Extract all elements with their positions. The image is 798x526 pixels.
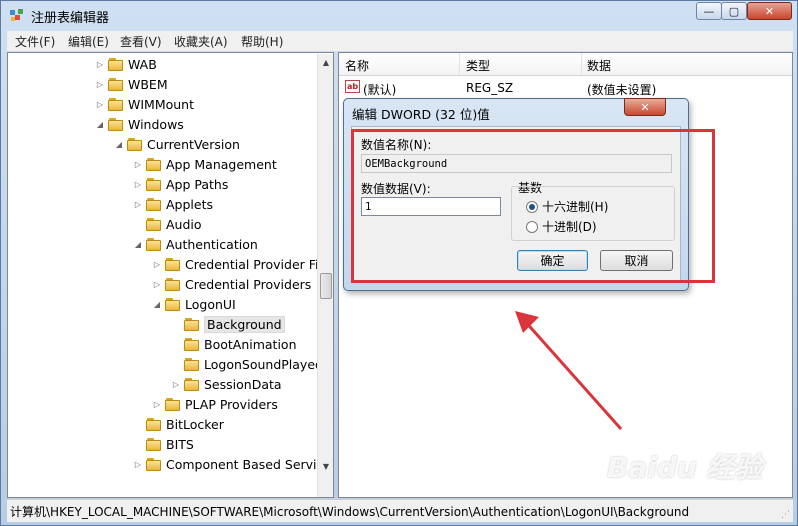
- status-path: 计算机\HKEY_LOCAL_MACHINE\SOFTWARE\Microsof…: [10, 505, 690, 519]
- dialog-title: 编辑 DWORD (32 位)值: [352, 107, 490, 122]
- watermark-logo: Baidu 经验: [607, 451, 763, 484]
- menu-favorites[interactable]: 收藏夹(A): [174, 33, 228, 50]
- column-header-data[interactable]: 数据: [587, 57, 611, 74]
- registry-key-tree[interactable]: ▷ WAB ▷ WBEM ▷ WIMMount ◢ Windows ◢ CurrentVe…: [7, 52, 334, 498]
- folder-icon: [165, 257, 181, 271]
- tree-item[interactable]: ◢ LogonUI: [151, 294, 236, 314]
- folder-open-icon: [127, 137, 143, 151]
- tree-item-selected[interactable]: Background: [170, 314, 285, 334]
- value-data: (数值未设置): [587, 83, 657, 97]
- regedit-app-icon: [10, 9, 23, 21]
- folder-icon: [146, 217, 162, 231]
- annotation-arrow-icon: [515, 311, 623, 430]
- tree-item[interactable]: BootAnimation: [170, 334, 297, 354]
- folder-icon: [108, 57, 124, 71]
- list-header: 名称 类型 数据: [339, 53, 792, 76]
- column-header-type[interactable]: 类型: [466, 57, 490, 74]
- regedit-window: 注册表编辑器 — ▢ ✕ 文件(F) 编辑(E) 查看(V) 收藏夹(A) 帮助…: [0, 0, 798, 526]
- expand-arrow-icon[interactable]: ▷: [132, 174, 144, 194]
- folder-icon: [184, 357, 200, 371]
- menu-file[interactable]: 文件(F): [15, 33, 55, 50]
- folder-icon: [146, 417, 162, 431]
- tree-item[interactable]: ▷ Applets: [132, 194, 213, 214]
- string-value-icon: ab: [345, 80, 360, 93]
- tree-item[interactable]: Audio: [132, 214, 202, 234]
- collapse-arrow-icon[interactable]: ◢: [132, 234, 144, 254]
- expand-arrow-icon[interactable]: ▷: [94, 94, 106, 114]
- expand-arrow-icon[interactable]: ▷: [151, 274, 163, 294]
- tree-item[interactable]: ◢ Windows: [94, 114, 184, 134]
- folder-icon: [184, 317, 200, 331]
- tree-item[interactable]: ◢ Authentication: [132, 234, 258, 254]
- scroll-up-icon[interactable]: ▲: [318, 54, 333, 70]
- expand-arrow-icon[interactable]: ▷: [170, 374, 182, 394]
- expand-arrow-icon[interactable]: ▷: [132, 454, 144, 474]
- status-bar: 计算机\HKEY_LOCAL_MACHINE\SOFTWARE\Microsof…: [7, 499, 793, 522]
- close-button[interactable]: ✕: [747, 2, 792, 20]
- value-type: REG_SZ: [466, 81, 514, 95]
- folder-icon: [108, 97, 124, 111]
- expand-arrow-icon[interactable]: ▷: [151, 254, 163, 274]
- watermark-url: jingyan.baidu.com: [629, 481, 731, 494]
- folder-icon: [146, 197, 162, 211]
- expand-arrow-icon[interactable]: ▷: [132, 194, 144, 214]
- folder-icon: [184, 377, 200, 391]
- menu-edit[interactable]: 编辑(E): [68, 33, 109, 50]
- window-title: 注册表编辑器: [31, 11, 110, 26]
- folder-icon: [165, 277, 181, 291]
- collapse-arrow-icon[interactable]: ◢: [151, 294, 163, 314]
- column-header-name[interactable]: 名称: [345, 57, 369, 74]
- expand-arrow-icon[interactable]: ▷: [151, 394, 163, 414]
- scrollbar-thumb[interactable]: [320, 273, 332, 299]
- minimize-button[interactable]: —: [696, 2, 722, 20]
- value-name: (默认): [363, 83, 397, 97]
- tree-item[interactable]: ▷ Credential Providers: [151, 274, 311, 294]
- annotation-highlight-box: [351, 129, 715, 283]
- tree-item[interactable]: BITS: [132, 434, 194, 454]
- tree-item[interactable]: ▷ App Paths: [132, 174, 228, 194]
- maximize-button[interactable]: ▢: [721, 2, 747, 20]
- folder-icon: [146, 157, 162, 171]
- expand-arrow-icon[interactable]: ▷: [94, 54, 106, 74]
- tree-item[interactable]: ▷ SessionData: [170, 374, 282, 394]
- menu-view[interactable]: 查看(V): [120, 33, 162, 50]
- folder-open-icon: [165, 297, 181, 311]
- folder-open-icon: [146, 237, 162, 251]
- tree-item[interactable]: ◢ CurrentVersion: [113, 134, 240, 154]
- folder-icon: [165, 397, 181, 411]
- tree-item[interactable]: ▷ WBEM: [94, 74, 168, 94]
- folder-icon: [146, 177, 162, 191]
- folder-icon: [108, 77, 124, 91]
- expand-arrow-icon[interactable]: ▷: [94, 74, 106, 94]
- folder-icon: [184, 337, 200, 351]
- tree-item[interactable]: ▷ WIMMount: [94, 94, 194, 114]
- title-bar[interactable]: 注册表编辑器 — ▢ ✕: [1, 1, 797, 29]
- collapse-arrow-icon[interactable]: ◢: [113, 134, 125, 154]
- folder-icon: [146, 457, 162, 471]
- collapse-arrow-icon[interactable]: ◢: [94, 114, 106, 134]
- tree-item[interactable]: LogonSoundPlayed: [170, 354, 323, 374]
- tree-item[interactable]: ▷ Credential Provider Fil: [151, 254, 322, 274]
- tree-item[interactable]: ▷ PLAP Providers: [151, 394, 278, 414]
- menu-bar: 文件(F) 编辑(E) 查看(V) 收藏夹(A) 帮助(H): [7, 31, 793, 51]
- tree-item[interactable]: ▷ WAB: [94, 54, 157, 74]
- expand-arrow-icon[interactable]: ▷: [132, 154, 144, 174]
- scroll-down-icon[interactable]: ▼: [318, 458, 333, 474]
- dialog-close-button[interactable]: ✕: [624, 98, 666, 116]
- folder-icon: [146, 437, 162, 451]
- menu-help[interactable]: 帮助(H): [241, 33, 283, 50]
- tree-item[interactable]: ▷ App Management: [132, 154, 277, 174]
- folder-open-icon: [108, 117, 124, 131]
- tree-scrollbar[interactable]: ▲ ▼: [317, 54, 333, 497]
- tree-item[interactable]: ▷ Component Based Servic: [132, 454, 323, 474]
- tree-item[interactable]: BitLocker: [132, 414, 224, 434]
- resize-grip-icon[interactable]: ⋰: [781, 510, 791, 520]
